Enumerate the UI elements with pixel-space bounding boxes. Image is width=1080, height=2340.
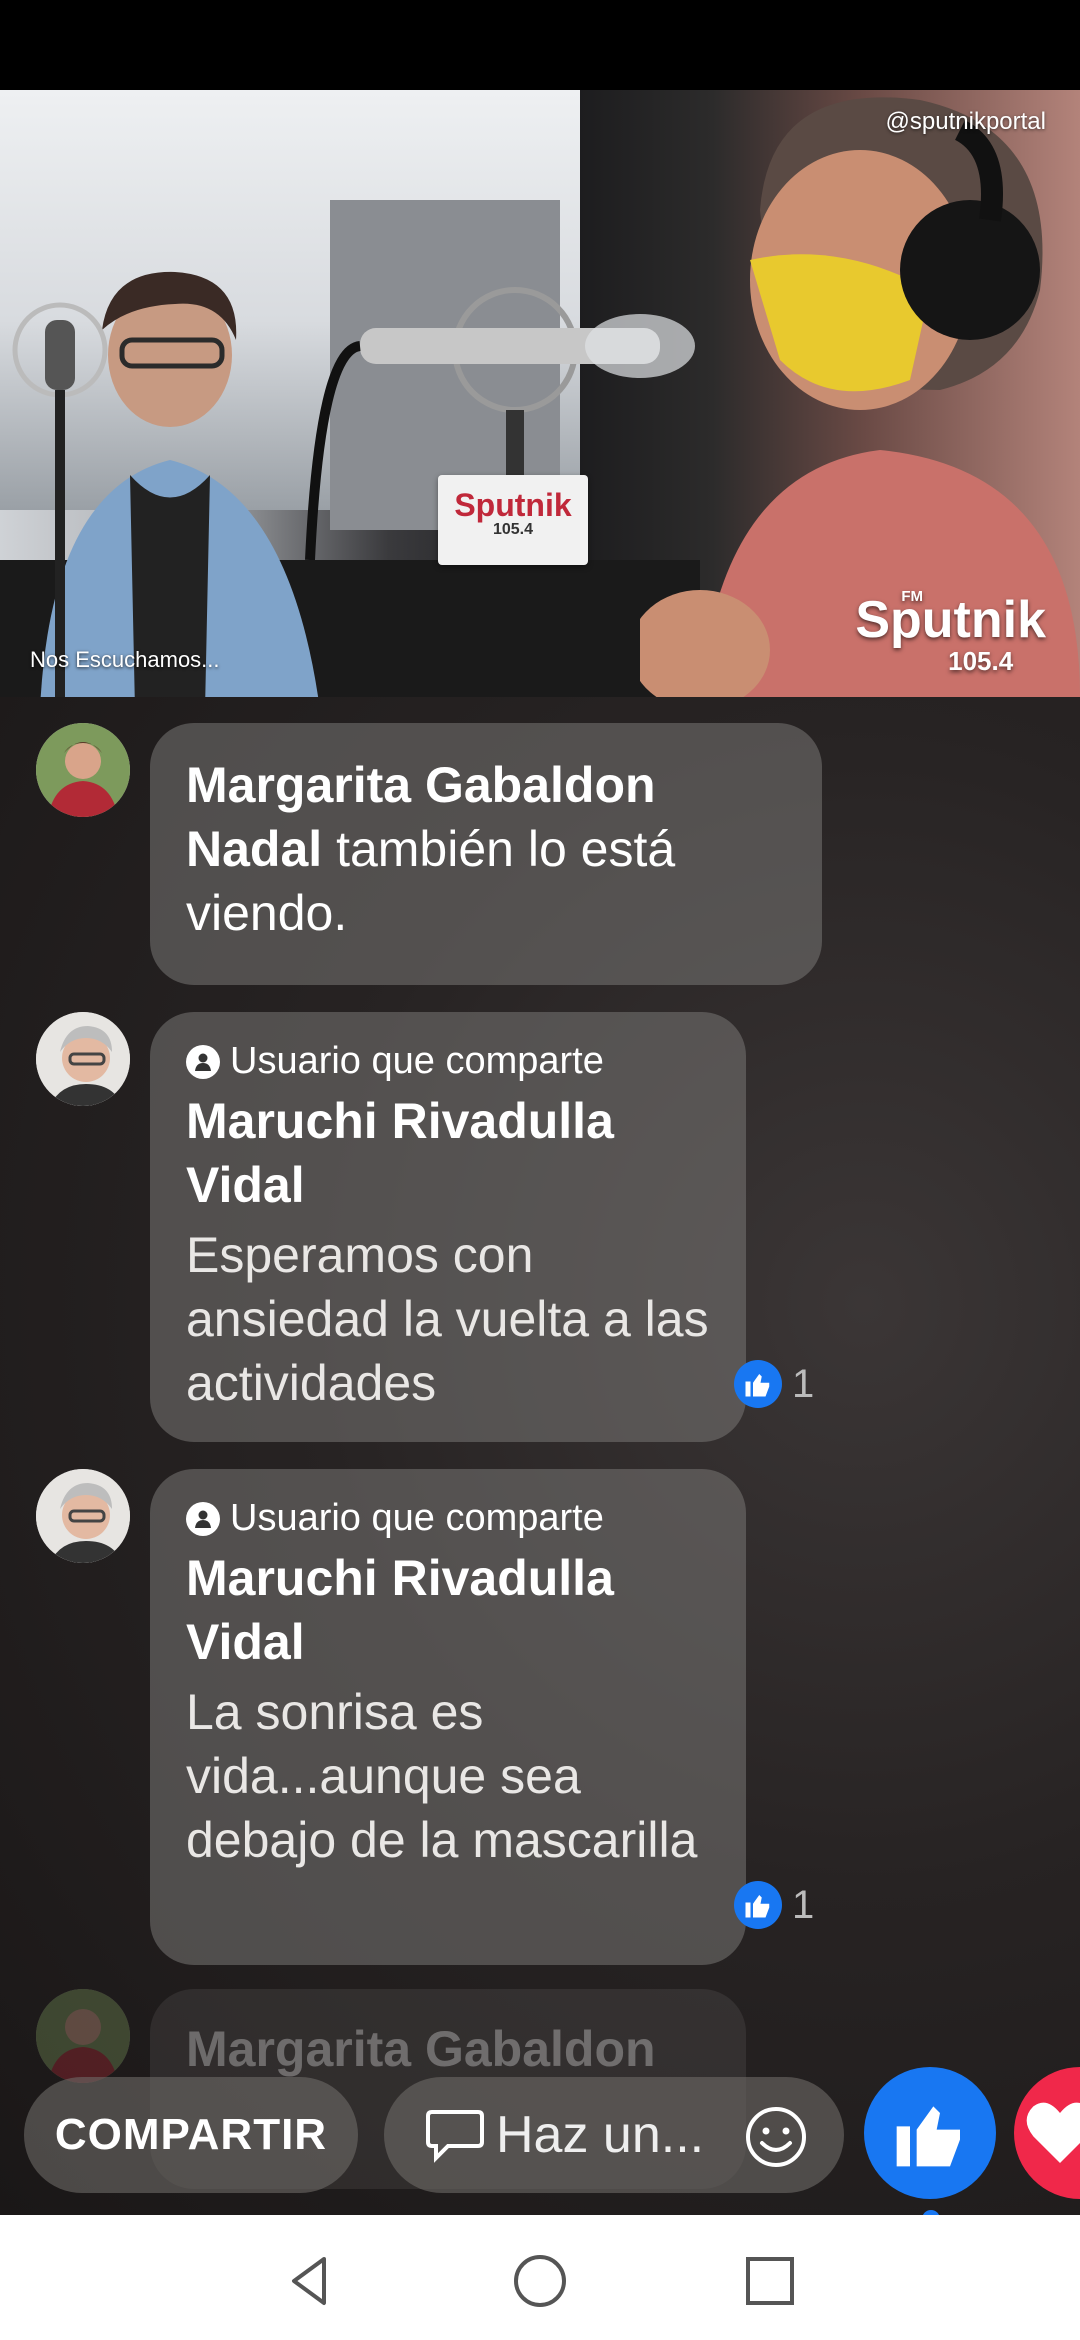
- channel-handle: @sputnikportal: [885, 108, 1046, 135]
- reaction-count: 1: [792, 1361, 815, 1406]
- comment-bubble[interactable]: Margarita Gabaldon Nadal también lo está…: [150, 723, 822, 985]
- mic-flag-name: Sputnik: [454, 487, 572, 523]
- live-comments-feed[interactable]: Margarita Gabaldon Nadal también lo está…: [0, 697, 1080, 2215]
- comment-text: La sonrisa es vida...aunque sea debajo d…: [186, 1684, 698, 1868]
- system-navigation-bar: [0, 2215, 1080, 2340]
- station-logo-name: Sputnik: [855, 591, 1046, 649]
- love-button[interactable]: [1014, 2067, 1080, 2199]
- comment-author[interactable]: Maruchi Rivadulla Vidal: [186, 1089, 710, 1217]
- comment-author[interactable]: Maruchi Rivadulla Vidal: [186, 1546, 710, 1674]
- live-video[interactable]: Sputnik 105.4 @sputnikportal Nos Escucha…: [0, 90, 1080, 697]
- live-actions-bar: COMPARTIR Haz un...: [0, 2055, 1080, 2215]
- heart-icon: [1026, 2102, 1080, 2163]
- like-button[interactable]: [864, 2067, 996, 2199]
- sharer-label-text: Usuario que comparte: [230, 1040, 604, 1082]
- sharer-badge-icon: [186, 1044, 220, 1079]
- mic-flag-logo: Sputnik 105.4: [438, 475, 588, 565]
- left-microphone: [12, 302, 108, 697]
- avatar[interactable]: [36, 723, 130, 817]
- comment-bubble[interactable]: Usuario que comparte Maruchi Rivadulla V…: [150, 1012, 746, 1442]
- like-reaction-icon: [734, 1881, 782, 1929]
- status-bar: [0, 0, 1080, 90]
- triangle-back-icon[interactable]: [280, 2251, 340, 2311]
- thumbs-up-icon: [896, 2106, 960, 2167]
- comment-text: Esperamos con ansiedad la vuelta a las a…: [186, 1227, 709, 1411]
- mic-flag-frequency: 105.4: [492, 521, 534, 538]
- sharer-label: Usuario que comparte: [186, 1040, 710, 1083]
- speech-bubble-icon: [426, 2110, 484, 2163]
- comment-reactions[interactable]: 1: [734, 1360, 814, 1408]
- comment-bubble[interactable]: Usuario que comparte Maruchi Rivadulla V…: [150, 1469, 746, 1965]
- station-logo-fm: FM: [901, 588, 923, 605]
- avatar[interactable]: [36, 1469, 130, 1563]
- sharer-label: Usuario que comparte: [186, 1497, 710, 1540]
- comment-reactions[interactable]: 1: [734, 1881, 814, 1929]
- share-button[interactable]: COMPARTIR: [24, 2077, 358, 2193]
- sharer-badge-icon: [186, 1501, 220, 1536]
- station-logo-frequency: 105.4: [948, 646, 1014, 676]
- join-text: Margarita Gabaldon Nadal también lo está…: [186, 753, 786, 945]
- comment-placeholder: Haz un...: [496, 2106, 705, 2164]
- comment-input[interactable]: Haz un...: [384, 2077, 844, 2193]
- station-logo: FM Sputnik 105.4: [855, 588, 1046, 677]
- video-caption: Nos Escuchamos...: [30, 647, 220, 672]
- circle-home-icon[interactable]: [510, 2251, 570, 2311]
- sharer-label-text: Usuario que comparte: [230, 1497, 604, 1539]
- like-reaction-icon: [734, 1360, 782, 1408]
- reaction-count: 1: [792, 1882, 815, 1927]
- square-recents-icon[interactable]: [740, 2251, 800, 2311]
- smiley-icon[interactable]: [744, 2105, 808, 2169]
- avatar[interactable]: [36, 1012, 130, 1106]
